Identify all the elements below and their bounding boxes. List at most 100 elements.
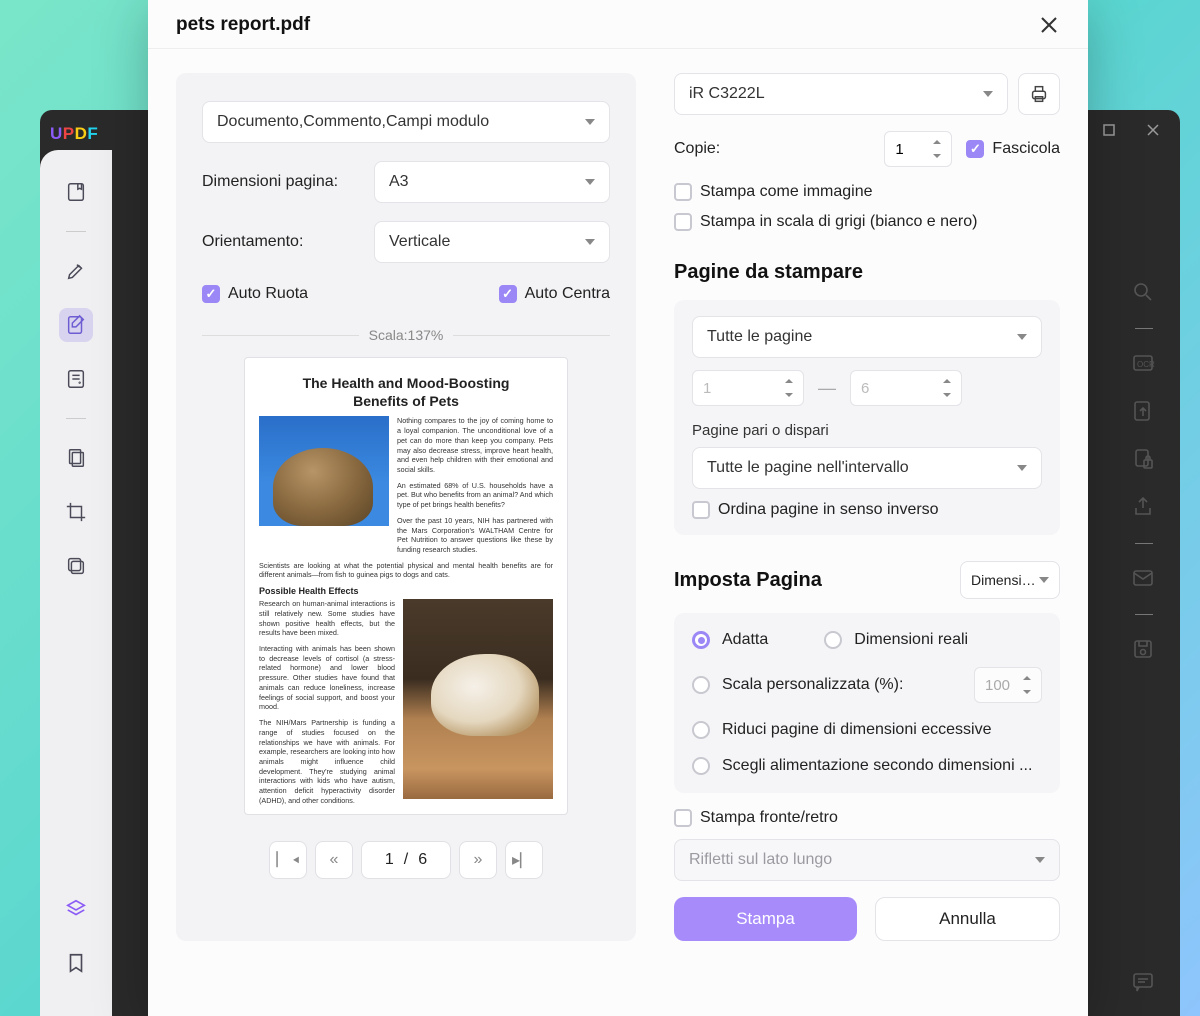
printer-select[interactable]: iR C3222L xyxy=(674,73,1008,115)
page-setup-title: Imposta Pagina xyxy=(674,569,822,592)
stepper-down-icon[interactable] xyxy=(1023,690,1031,694)
orientation-value: Verticale xyxy=(389,233,450,251)
checkbox-icon xyxy=(674,213,692,231)
reverse-order-checkbox[interactable]: Ordina pagine in senso inverso xyxy=(692,501,1042,519)
convert-icon[interactable] xyxy=(1131,399,1157,425)
auto-rotate-checkbox[interactable]: Auto Ruota xyxy=(202,285,308,303)
range-from-input[interactable]: 1 xyxy=(692,370,804,406)
page-size-select[interactable]: A3 xyxy=(374,161,610,203)
odd-even-label: Pagine pari o dispari xyxy=(692,422,1042,439)
batch-icon[interactable] xyxy=(59,549,93,583)
page-range-select[interactable]: Tutte le pagine xyxy=(692,316,1042,358)
page-layout-icon[interactable] xyxy=(59,362,93,396)
printer-value: iR C3222L xyxy=(689,85,765,103)
print-dialog: pets report.pdf Documento,Commento,Campi… xyxy=(148,0,1088,1016)
actual-radio[interactable]: Dimensioni reali xyxy=(824,631,968,649)
auto-center-label: Auto Centra xyxy=(525,285,610,303)
sidebar-divider xyxy=(1135,614,1153,615)
dialog-title: pets report.pdf xyxy=(176,14,310,36)
sidebar-divider xyxy=(1135,543,1153,544)
stepper-down-icon[interactable] xyxy=(933,154,941,158)
bookmark-panel-icon[interactable] xyxy=(59,175,93,209)
prev-page-button[interactable]: « xyxy=(315,841,353,879)
page-size-label: Dimensioni pagina: xyxy=(202,173,352,191)
stepper-up-icon[interactable] xyxy=(943,379,951,383)
stepper-up-icon[interactable] xyxy=(933,140,941,144)
printer-settings-button[interactable] xyxy=(1018,73,1060,115)
choose-paper-radio[interactable]: Scegli alimentazione secondo dimensioni … xyxy=(692,757,1042,775)
preview-panel: Documento,Commento,Campi modulo Dimensio… xyxy=(176,73,636,941)
print-as-image-checkbox[interactable]: Stampa come immagine xyxy=(674,183,1060,201)
share-icon[interactable] xyxy=(1131,495,1157,521)
duplex-checkbox[interactable]: Stampa fronte/retro xyxy=(674,809,1060,827)
left-sidebar xyxy=(40,150,112,1016)
last-page-button[interactable]: ▸⎸ xyxy=(505,841,543,879)
crop-icon[interactable] xyxy=(59,495,93,529)
scale-text: Scala:137% xyxy=(369,327,444,343)
first-page-button[interactable]: ⎸◂ xyxy=(269,841,307,879)
orientation-label: Orientamento: xyxy=(202,233,352,251)
stepper-down-icon[interactable] xyxy=(943,393,951,397)
sidebar-divider xyxy=(66,231,86,232)
radio-icon xyxy=(692,721,710,739)
page-indicator[interactable]: 1 / 6 xyxy=(361,841,451,879)
page-size-value: A3 xyxy=(389,173,409,191)
content-select[interactable]: Documento,Commento,Campi modulo xyxy=(202,101,610,143)
flip-select[interactable]: Rifletti sul lato lungo xyxy=(674,839,1060,881)
auto-center-checkbox[interactable]: Auto Centra xyxy=(499,285,610,303)
grayscale-checkbox[interactable]: Stampa in scala di grigi (bianco e nero) xyxy=(674,213,1060,231)
dialog-header: pets report.pdf xyxy=(148,0,1088,49)
print-button[interactable]: Stampa xyxy=(674,897,857,941)
chevron-down-icon xyxy=(1017,465,1027,471)
chevron-down-icon xyxy=(585,119,595,125)
stepper-up-icon[interactable] xyxy=(1023,676,1031,680)
chevron-down-icon xyxy=(585,239,595,245)
shrink-radio[interactable]: Riduci pagine di dimensioni eccessive xyxy=(692,721,1042,739)
content-select-value: Documento,Commento,Campi modulo xyxy=(217,113,489,131)
custom-scale-radio[interactable]: Scala personalizzata (%): xyxy=(692,676,903,694)
maximize-icon[interactable] xyxy=(1102,123,1116,137)
bookmark-icon[interactable] xyxy=(59,946,93,980)
checkbox-icon xyxy=(674,183,692,201)
stepper-down-icon[interactable] xyxy=(785,393,793,397)
radio-icon xyxy=(692,631,710,649)
ocr-icon[interactable]: OCR xyxy=(1131,351,1157,377)
pages-section-title: Pagine da stampare xyxy=(674,261,1060,284)
range-dash: — xyxy=(818,378,836,399)
edit-page-icon[interactable] xyxy=(59,308,93,342)
chevron-down-icon xyxy=(1039,577,1049,583)
checkbox-icon xyxy=(202,285,220,303)
pages-box: Tutte le pagine 1 — 6 Pagine pari o disp… xyxy=(674,300,1060,535)
scale-radio-group: Adatta Dimensioni reali Scala personaliz… xyxy=(674,613,1060,793)
checkbox-icon xyxy=(499,285,517,303)
cancel-button[interactable]: Annulla xyxy=(875,897,1060,941)
custom-scale-input[interactable]: 100 xyxy=(974,667,1042,703)
next-page-button[interactable]: » xyxy=(459,841,497,879)
highlighter-icon[interactable] xyxy=(59,254,93,288)
organize-pages-icon[interactable] xyxy=(59,441,93,475)
copies-input[interactable]: 1 xyxy=(884,131,952,167)
protect-icon[interactable] xyxy=(1131,447,1157,473)
radio-icon xyxy=(692,757,710,775)
chevron-down-icon xyxy=(983,91,993,97)
comment-icon[interactable] xyxy=(1131,970,1157,996)
orientation-select[interactable]: Verticale xyxy=(374,221,610,263)
layers-icon[interactable] xyxy=(59,892,93,926)
checkbox-icon xyxy=(674,809,692,827)
collate-checkbox[interactable]: Fascicola xyxy=(966,140,1060,158)
close-icon[interactable] xyxy=(1038,14,1060,36)
auto-rotate-label: Auto Ruota xyxy=(228,285,308,303)
odd-even-select[interactable]: Tutte le pagine nell'intervallo xyxy=(692,447,1042,489)
radio-icon xyxy=(824,631,842,649)
window-close-icon[interactable] xyxy=(1146,123,1160,137)
preview-dog-image xyxy=(403,599,553,799)
search-icon[interactable] xyxy=(1131,280,1157,306)
fit-radio[interactable]: Adatta xyxy=(692,631,768,649)
stepper-up-icon[interactable] xyxy=(785,379,793,383)
dimension-select[interactable]: Dimensioni xyxy=(960,561,1060,599)
mail-icon[interactable] xyxy=(1131,566,1157,592)
range-to-input[interactable]: 6 xyxy=(850,370,962,406)
save-icon[interactable] xyxy=(1131,637,1157,663)
settings-panel: iR C3222L Copie: 1 Fascicola xyxy=(674,73,1060,941)
checkbox-icon xyxy=(966,140,984,158)
